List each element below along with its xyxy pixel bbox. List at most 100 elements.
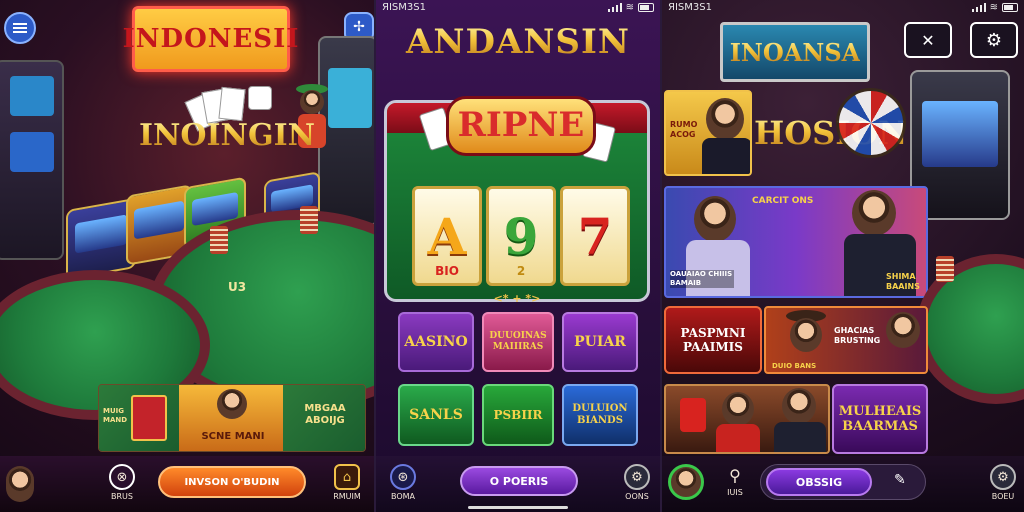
reel-footer: <* + *> [493,292,541,305]
home-icon: ⌂ [334,464,360,490]
search-icon: ⚲ [729,465,741,485]
primary-action-button[interactable]: INVSON O'BUDIN [158,466,306,498]
primary-action-label: INVSON O'BUDIN [184,476,280,488]
menu-button[interactable] [4,12,36,44]
slot-header-logo: RIPNE [446,96,596,156]
game-tile-5[interactable]: PSBIIR [482,384,554,446]
battery-icon [638,2,654,12]
cowboy-caption: DUIO BANS [772,362,817,370]
nav-home[interactable]: ⌂ RMUIM [330,464,364,501]
game-icon: ⊛ [390,464,416,490]
reel-3-symbol: 7 [577,206,613,266]
game-tile-6[interactable]: DULUION BIANDS [562,384,638,446]
game-tile-1[interactable]: AASINO [398,312,474,372]
status-bar: ЯISM3S1 ≋ [662,0,1024,14]
close-button[interactable]: ✕ [904,22,952,58]
dealers-banner[interactable] [664,384,830,454]
reel-2-sublabel: 2 [516,264,526,278]
neon-sign: INDONESII [123,6,298,72]
close-icon: ✕ [921,30,935,50]
wall-sign: INOANSA [720,22,870,82]
nav-home-label: RMUIM [333,492,361,501]
casino-table [916,254,1024,404]
game-tile-2[interactable]: DUUOINAS MAIIIRAS [482,312,554,372]
chip-stack [936,256,954,282]
bottom-nav: ⊛ BOMA O POERIS ⚙ OONS [376,456,660,512]
cowboy-right-text: GHACIAS BRUSTING [834,326,881,345]
nav-game[interactable]: ⊛ BOMA [386,464,420,501]
live-casino-panel: ЯISM3S1 ≋ INOANSA ✕ ⚙ RUMO ACOG HOSION C… [662,0,1024,512]
center-pill-button[interactable]: OBSSIG [766,468,872,496]
chip-stack [300,206,318,234]
page-title: ANDANSIN [386,22,650,62]
game-tile-5-label: PSBIIR [493,408,543,422]
status-time: ЯISM3S1 [382,1,426,13]
banner-left-text: MUIG MAND [103,407,128,424]
settings-button[interactable]: ⚙ [970,22,1018,58]
gear-icon: ⚙ [990,464,1016,490]
screenshot-collage: INDONESII ✢ INOINGIN U3 MUIG MAND SCNE M… [0,0,1024,512]
wifi-icon: ≋ [625,1,634,13]
profile-avatar[interactable] [6,466,34,502]
arcade-machine [0,60,64,260]
center-pill-label: O POERIS [489,474,549,488]
nav-settings[interactable]: ⚙ OONS [620,464,654,501]
roulette-wheel [836,88,906,158]
promo-banner[interactable]: MUIG MAND SCNE MANI MBGAA ABOIJG [98,384,366,452]
game-tile-3-label: PUIAR [574,334,626,350]
game-tile-2-label: DUUOINAS MAIIIRAS [489,331,547,352]
game-tile-mulheais[interactable]: MULHEAIS BAARMAS [832,384,928,454]
home-indicator [468,506,568,509]
slots-lobby-panel: ЯISM3S1 ≋ ANDANSIN RIPNE A 9 7 BIO 2 <* … [374,0,662,512]
game-tile-mulheais-label: MULHEAIS BAARMAS [838,404,922,434]
chat-icon[interactable]: ✎ [894,472,906,488]
nav-casino-label: BRUS [111,492,133,501]
tools-icon: ✢ [353,19,365,35]
bottom-nav: ⚲ IUIS OBSSIG ✎ ⚙ BOEU [662,456,1024,512]
game-tile-6-label: DULUION BIANDS [572,403,628,426]
nav-casino[interactable]: ⊗ BRUS [104,464,140,501]
game-tile-paspmni[interactable]: PASPMNI PAAIMIS [664,306,762,374]
status-bar: ЯISM3S1 ≋ [376,0,660,14]
logo-text: INOINGIN [132,118,322,153]
signal-icon [607,2,622,12]
dealer-card-label: RUMO ACOG [670,120,698,139]
dealer-card[interactable]: RUMO ACOG [664,90,752,176]
banner-right-text: MBGAA ABOIJG [304,403,346,426]
neon-sign-text: INDONESII [122,24,300,54]
gear-icon: ⚙ [624,464,650,490]
center-pill-button[interactable]: O POERIS [460,466,578,496]
banner-center-text: SCNE MANI [201,431,265,442]
live-dealer-right-text: SHIMA BAAINS [886,272,920,291]
banner-book-icon [131,395,167,441]
bottom-nav: ⊗ BRUS INVSON O'BUDIN ⌂ RMUIM [0,456,374,512]
casino-chip-icon: ⊗ [109,464,135,490]
nav-settings-label: OONS [625,492,649,501]
signal-icon [971,2,986,12]
nav-search-label: IUIS [727,488,743,497]
game-tile-4[interactable]: SANLS [398,384,474,446]
game-tile-4-label: SANLS [409,407,463,423]
center-pill-label: OBSSIG [795,475,843,489]
reel-1-sublabel: BIO [435,264,459,278]
settings-icon: ⚙ [985,29,1003,51]
nav-search[interactable]: ⚲ IUIS [718,464,752,498]
nav-settings-label: BOEU [991,492,1015,501]
live-dealer-left-text: OAUAIAO CHIIIS BAMAIB [670,270,734,288]
wall-sign-text: INOANSA [729,37,861,67]
live-dealer-top-text: CARCIT ONS [752,196,814,206]
game-tile-1-label: AASINO [404,334,468,350]
profile-avatar[interactable] [668,464,704,500]
reel-2-symbol: 9 [503,206,539,266]
battery-icon [1002,2,1018,12]
chip-stack [210,226,228,254]
wifi-icon: ≋ [989,1,998,13]
menu-icon [13,23,27,33]
live-dealer-banner[interactable]: CARCIT ONS OAUAIAO CHIIIS BAMAIB SHIMA B… [664,186,928,298]
reel-3: 7 [560,186,630,286]
casino-lobby-panel: INDONESII ✢ INOINGIN U3 MUIG MAND SCNE M… [0,0,374,512]
game-tile-cowboy[interactable]: DUIO BANS GHACIAS BRUSTING [764,306,928,374]
game-tile-3[interactable]: PUIAR [562,312,638,372]
table-label: U3 [228,280,247,294]
nav-settings[interactable]: ⚙ BOEU [986,464,1020,501]
